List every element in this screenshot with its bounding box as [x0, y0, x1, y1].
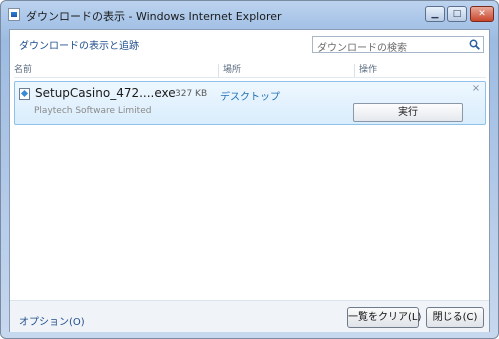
maximize-button[interactable]: □: [447, 6, 467, 22]
search-icon[interactable]: [469, 39, 480, 50]
close-window-button[interactable]: ✕: [470, 6, 494, 22]
dismiss-icon[interactable]: ×: [471, 84, 481, 94]
app-icon: [8, 8, 20, 21]
header-divider: [14, 77, 486, 78]
file-icon: [19, 88, 30, 100]
download-publisher: Playtech Software Limited: [34, 106, 152, 116]
footer: オプション(O) 一覧をクリア(L) 閉じる(C): [10, 300, 489, 332]
close-button[interactable]: 閉じる(C): [426, 307, 484, 328]
search-downloads-input[interactable]: ダウンロードの検索: [312, 36, 484, 54]
clear-list-button[interactable]: 一覧をクリア(L): [347, 307, 421, 328]
downloads-window: ダウンロードの表示 - Windows Internet Explorer ▁ …: [0, 0, 499, 339]
downloads-panel: ダウンロードの表示と追跡 ダウンロードの検索 名前 場所 操作 SetupCas…: [9, 29, 490, 332]
run-button[interactable]: 実行: [353, 103, 463, 122]
options-link[interactable]: オプション(O): [19, 313, 85, 328]
download-item[interactable]: SetupCasino_472....exe 327 KB デスクトップ Pla…: [14, 81, 486, 125]
download-location-link[interactable]: デスクトップ: [220, 88, 280, 103]
search-placeholder: ダウンロードの検索: [317, 43, 407, 54]
column-action[interactable]: 操作: [354, 64, 377, 77]
download-file-name[interactable]: SetupCasino_472....exe: [35, 86, 176, 100]
column-location[interactable]: 場所: [218, 64, 241, 77]
title-bar: ダウンロードの表示 - Windows Internet Explorer ▁ …: [1, 1, 498, 29]
window-title: ダウンロードの表示 - Windows Internet Explorer: [26, 10, 282, 23]
column-name[interactable]: 名前: [14, 64, 32, 77]
download-file-size: 327 KB: [175, 89, 208, 99]
view-track-downloads-link[interactable]: ダウンロードの表示と追跡: [19, 37, 139, 52]
minimize-button[interactable]: ▁: [425, 6, 445, 22]
column-headers: 名前 場所 操作: [10, 64, 489, 78]
